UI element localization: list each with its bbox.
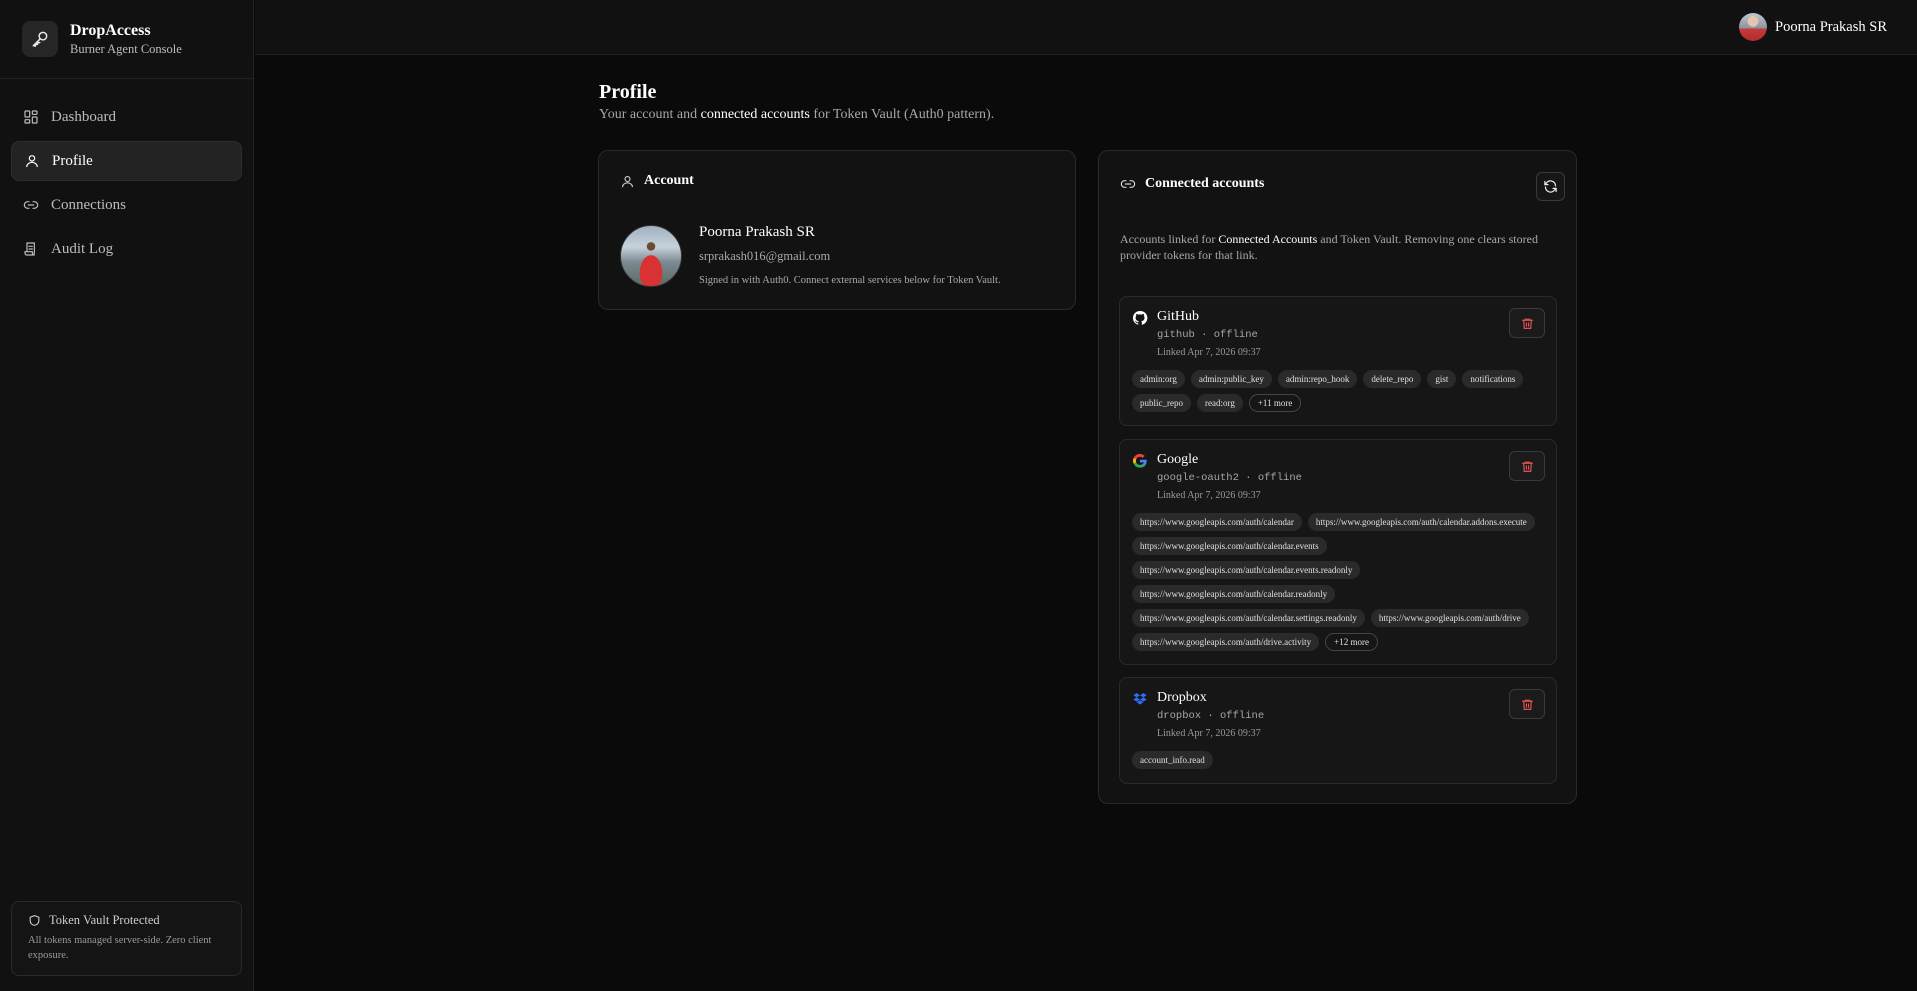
provider-name: Google [1157,452,1199,467]
provider-card-dropbox: Dropbox dropbox · offline Linked Apr 7, … [1119,677,1557,784]
scope-tag: public_repo [1132,394,1191,412]
account-card: Account Poorna Prakash SR srprakash016@g… [598,150,1076,310]
scope-tag: https://www.googleapis.com/auth/calendar… [1132,561,1361,579]
scope-tag: https://www.googleapis.com/auth/calendar… [1307,513,1535,531]
scope-tag: account_info.read [1132,751,1213,769]
sidebar-item-label: Audit Log [51,240,114,257]
scope-tag: https://www.googleapis.com/auth/calendar [1132,513,1302,531]
scope-tag: https://www.googleapis.com/auth/drive.ac… [1132,633,1320,651]
scope-tag: admin:org [1132,370,1185,388]
scope-tag: https://www.googleapis.com/auth/calendar… [1132,537,1327,555]
scope-tag: notifications [1462,370,1524,388]
provider-meta: github · offline [1157,329,1258,341]
provider-card-github: GitHub github · offline Linked Apr 7, 20… [1119,296,1557,426]
remove-dropbox-button[interactable] [1509,689,1545,719]
scope-list: account_info.read [1132,751,1546,769]
provider-linked-date: Linked Apr 7, 2026 09:37 [1157,347,1261,358]
remove-google-button[interactable] [1509,451,1545,481]
top-header: Poorna Prakash SR [255,0,1917,55]
shield-icon [29,915,40,926]
subtitle-text: for Token Vault (Auth0 pattern). [809,107,995,122]
trash-icon [1521,461,1533,472]
provider-name: GitHub [1157,309,1199,324]
sidebar-item-label: Profile [52,152,93,169]
sidebar-item-dashboard[interactable]: Dashboard [11,97,242,137]
connected-accounts-description: Accounts linked for Connected Accounts a… [1120,231,1560,263]
refresh-icon [1544,180,1557,193]
dashboard-icon [24,110,38,124]
more-scopes-badge[interactable]: +11 more [1248,394,1302,412]
sidebar-nav: Dashboard Profile Connections Audit Log [0,79,253,269]
github-icon [1132,310,1148,325]
vault-description: All tokens managed server-side. Zero cli… [28,935,212,961]
remove-github-button[interactable] [1509,308,1545,338]
user-icon [26,155,38,168]
scope-tag: https://www.googleapis.com/auth/drive [1370,609,1529,627]
scope-tag: admin:repo_hook [1277,370,1358,388]
provider-linked-date: Linked Apr 7, 2026 09:37 [1157,490,1261,501]
scope-tag: https://www.googleapis.com/auth/calendar… [1132,585,1336,603]
provider-card-google: Google google-oauth2 · offline Linked Ap… [1119,439,1557,665]
connected-accounts-title: Connected accounts [1145,176,1265,191]
dropbox-icon [1133,693,1147,705]
google-icon [1133,453,1147,468]
refresh-button[interactable] [1536,172,1565,201]
brand-name: DropAccess [70,21,151,39]
avatar [620,225,682,287]
account-card-title: Account [644,173,694,188]
account-name: Poorna Prakash SR [699,224,815,240]
subtitle-highlight: connected accounts [700,107,810,122]
user-menu[interactable]: Poorna Prakash SR [1739,13,1887,41]
connected-accounts-card: Connected accounts Accounts linked for C… [1098,150,1577,804]
scope-tag: delete_repo [1363,370,1422,388]
trash-icon [1521,318,1533,329]
sidebar-item-label: Connections [51,196,126,213]
page-title: Profile [599,81,657,103]
user-icon [621,175,634,187]
provider-meta: google-oauth2 · offline [1157,472,1302,484]
sidebar-item-label: Dashboard [51,108,116,125]
more-scopes-badge[interactable]: +12 more [1325,633,1378,651]
token-vault-status: Token Vault Protected All tokens managed… [11,901,242,976]
description-text: Accounts linked for [1120,232,1219,246]
account-note: Signed in with Auth0. Connect external s… [699,275,1001,286]
scope-tag: admin:public_key [1190,370,1272,388]
sidebar-item-connections[interactable]: Connections [11,185,242,225]
scope-list: admin:org admin:public_key admin:repo_ho… [1132,370,1546,412]
audit-log-icon [24,242,35,256]
key-icon [22,21,58,57]
sidebar-item-audit-log[interactable]: Audit Log [11,229,242,269]
avatar [1739,13,1768,41]
scope-tag: https://www.googleapis.com/auth/calendar… [1132,609,1365,627]
brand-subtitle: Burner Agent Console [70,41,182,56]
description-highlight: Connected Accounts [1218,232,1318,246]
provider-meta: dropbox · offline [1157,710,1265,722]
brand[interactable]: DropAccess Burner Agent Console [0,0,253,79]
link-icon [1120,180,1136,188]
provider-name: Dropbox [1157,690,1207,705]
sidebar-item-profile[interactable]: Profile [11,141,242,181]
sidebar: DropAccess Burner Agent Console Dashboar… [0,0,254,991]
vault-title: Token Vault Protected [49,913,160,927]
scope-tag: gist [1427,370,1457,388]
subtitle-text: Your account and [599,107,701,122]
header-user-name: Poorna Prakash SR [1775,18,1887,35]
link-icon [23,201,39,209]
trash-icon [1521,699,1533,710]
scope-list: https://www.googleapis.com/auth/calendar… [1132,513,1546,651]
page-subtitle: Your account and connected accounts for … [599,107,994,123]
account-email: srprakash016@gmail.com [699,249,831,263]
provider-linked-date: Linked Apr 7, 2026 09:37 [1157,728,1261,739]
scope-tag: read:org [1197,394,1243,412]
